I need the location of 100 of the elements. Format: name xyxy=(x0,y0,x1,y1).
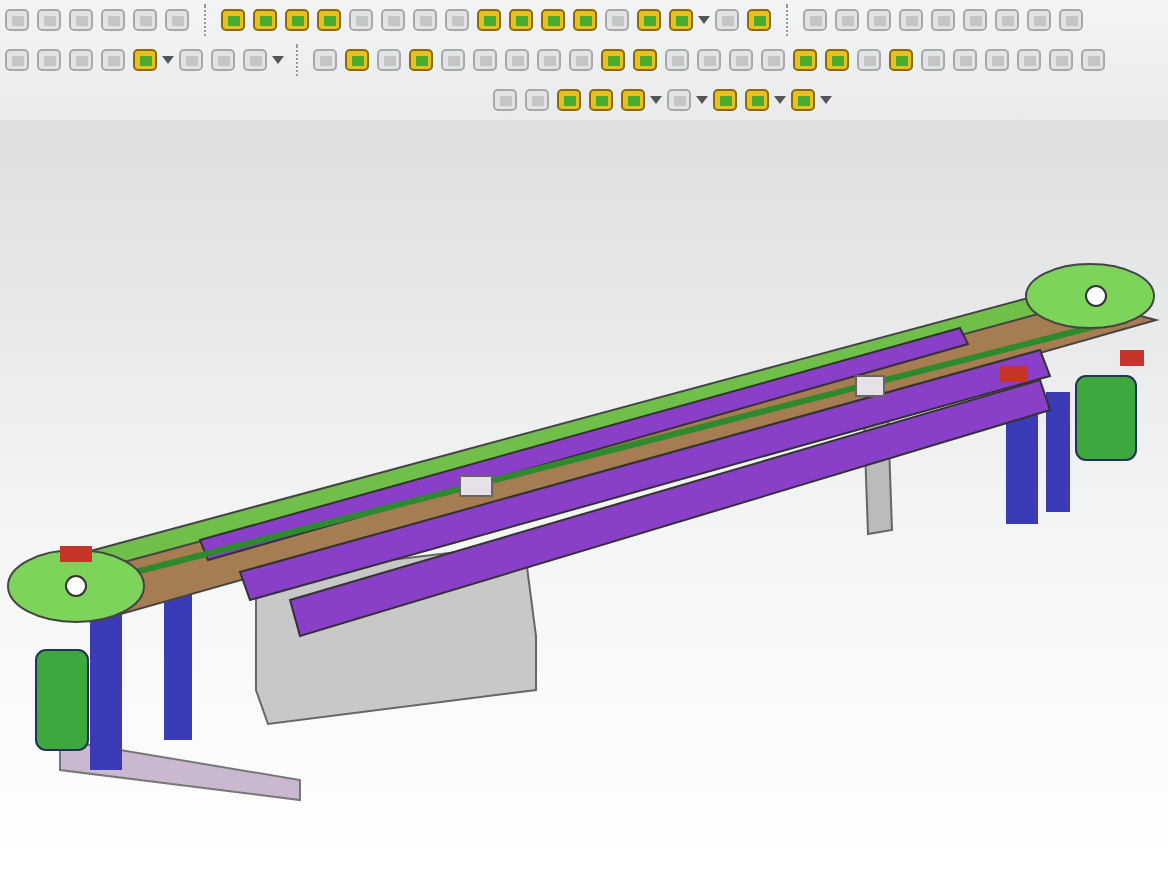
caret-icon xyxy=(698,16,710,24)
toolbar-button[interactable] xyxy=(712,86,740,114)
toolbar-icon xyxy=(348,6,376,34)
caret-icon xyxy=(820,96,832,104)
toolbar-icon xyxy=(132,46,160,74)
toolbar-icon xyxy=(712,86,740,114)
toolbar-icon xyxy=(760,46,788,74)
toolbar-icon xyxy=(412,6,440,34)
toolbar-button[interactable] xyxy=(476,6,504,34)
caret-icon xyxy=(162,56,174,64)
toolbar-button[interactable] xyxy=(744,86,786,114)
toolbar-button[interactable] xyxy=(132,46,174,74)
toolbar-button[interactable] xyxy=(790,86,832,114)
toolbar-icon xyxy=(492,86,520,114)
toolbar-icon xyxy=(824,46,852,74)
toolbar-icon xyxy=(344,46,372,74)
toolbar-icon xyxy=(444,6,472,34)
toolbar-icon xyxy=(220,6,248,34)
toolbar-icon xyxy=(792,46,820,74)
toolbar-icon xyxy=(962,6,990,34)
toolbar-button[interactable] xyxy=(746,6,774,34)
toolbar-icon xyxy=(164,6,192,34)
toolbar-icon xyxy=(930,6,958,34)
toolbar-icon xyxy=(4,6,32,34)
toolbar-icon xyxy=(476,6,504,34)
toolbar-icon xyxy=(696,46,724,74)
toolbar-button[interactable] xyxy=(344,46,372,74)
toolbar-button[interactable] xyxy=(508,6,536,34)
toolbar-button[interactable] xyxy=(252,6,280,34)
toolbar-icon xyxy=(984,46,1012,74)
toolbar-icon xyxy=(100,46,128,74)
toolbar-icon xyxy=(36,46,64,74)
toolbar-icon xyxy=(312,46,340,74)
toolbar-button[interactable] xyxy=(220,6,248,34)
toolbar-button[interactable] xyxy=(284,6,312,34)
toolbar-icon xyxy=(68,6,96,34)
toolbar-button[interactable] xyxy=(632,46,660,74)
toolbar-icon xyxy=(178,46,206,74)
toolbar-button[interactable] xyxy=(792,46,820,74)
toolbar-icon xyxy=(210,46,238,74)
toolbar-button[interactable] xyxy=(556,86,584,114)
toolbar-icon xyxy=(68,46,96,74)
toolbar-icon xyxy=(380,6,408,34)
toolbar-icon xyxy=(1026,6,1054,34)
toolbar-icon xyxy=(376,46,404,74)
toolbar-icon xyxy=(632,46,660,74)
toolbar-icon xyxy=(572,6,600,34)
toolbar-icon xyxy=(508,6,536,34)
toolbar-icon xyxy=(994,6,1022,34)
toolbar-icon xyxy=(588,86,616,114)
toolbar-button[interactable] xyxy=(600,46,628,74)
toolbar-button[interactable] xyxy=(408,46,436,74)
toolbar-button[interactable] xyxy=(620,86,662,114)
toolbar-icon xyxy=(746,6,774,34)
toolbar-button[interactable] xyxy=(636,6,664,34)
toolbar-icon xyxy=(504,46,532,74)
toolbar-icon xyxy=(100,6,128,34)
toolbar-icon xyxy=(636,6,664,34)
toolbar-icon xyxy=(440,46,468,74)
toolbar-icon xyxy=(408,46,436,74)
toolbar-icon xyxy=(714,6,742,34)
toolbar-icon xyxy=(856,46,884,74)
caret-icon xyxy=(696,96,708,104)
toolbar-icon xyxy=(1016,46,1044,74)
toolbar-icon xyxy=(600,46,628,74)
toolbar-icon xyxy=(790,86,818,114)
toolbar-button[interactable] xyxy=(888,46,916,74)
caret-icon xyxy=(272,56,284,64)
toolbar-icon xyxy=(556,86,584,114)
toolbar-icon xyxy=(316,6,344,34)
toolbar-icon xyxy=(866,6,894,34)
toolbar-icon xyxy=(620,86,648,114)
toolbar-icon xyxy=(744,86,772,114)
toolbar-icon xyxy=(252,6,280,34)
toolbar-button[interactable] xyxy=(572,6,600,34)
toolbar-icon xyxy=(834,6,862,34)
toolbar-icon xyxy=(666,86,694,114)
toolbar-icon xyxy=(472,46,500,74)
toolbar-icon xyxy=(1048,46,1076,74)
toolbar-button[interactable] xyxy=(668,6,710,34)
toolbar-icon xyxy=(568,46,596,74)
toolbar-button[interactable] xyxy=(588,86,616,114)
toolbar-button[interactable] xyxy=(540,6,568,34)
toolbar-icon xyxy=(284,6,312,34)
toolbar-icon xyxy=(1058,6,1086,34)
toolbar-icon xyxy=(728,46,756,74)
toolbar-icon xyxy=(802,6,830,34)
toolbar-icon xyxy=(668,6,696,34)
toolbar-button[interactable] xyxy=(316,6,344,34)
toolbar-icon xyxy=(920,46,948,74)
toolbar-icon xyxy=(36,6,64,34)
toolbar-icon xyxy=(898,6,926,34)
toolbar-icon xyxy=(604,6,632,34)
toolbar-icon xyxy=(132,6,160,34)
toolbar-icon xyxy=(242,46,270,74)
toolbar-icon xyxy=(1080,46,1108,74)
toolbar-icon xyxy=(536,46,564,74)
toolbar-button[interactable] xyxy=(824,46,852,74)
caret-icon xyxy=(650,96,662,104)
toolbar-icon xyxy=(524,86,552,114)
